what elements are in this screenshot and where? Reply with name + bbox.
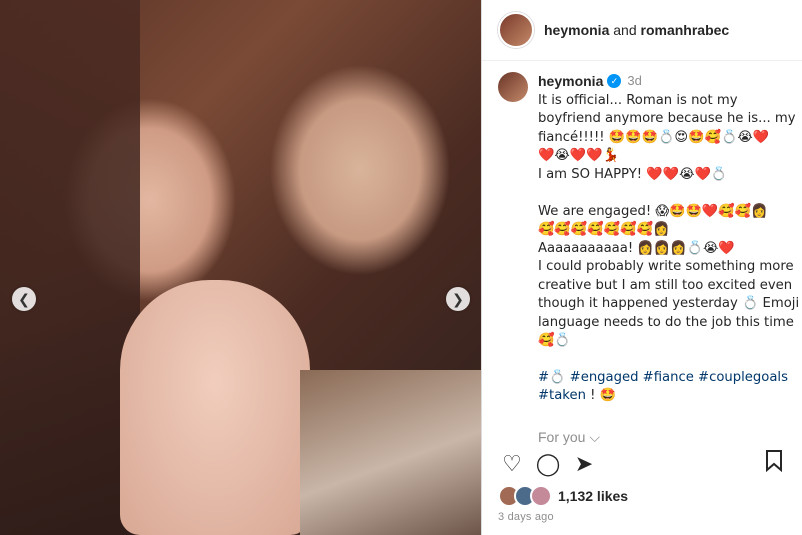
photo-region-hand bbox=[120, 280, 310, 535]
caption-header: heymonia ✓ 3d bbox=[538, 72, 788, 91]
post-header: heymonia and romanhrabec bbox=[482, 0, 802, 61]
post-timestamp[interactable]: 3 days ago bbox=[498, 511, 554, 523]
bookmark-icon bbox=[766, 450, 782, 473]
caption-line: 🥰🥰🥰🥰🥰🥰🥰👩 bbox=[538, 222, 670, 237]
caption-line: 🥰💍 bbox=[538, 333, 571, 348]
caption-body: heymonia ✓ 3d It is official... Roman is… bbox=[538, 72, 800, 445]
caption-line: language needs to do the job this time bbox=[538, 314, 794, 330]
heart-icon: ♡ bbox=[502, 451, 522, 476]
author-link-2[interactable]: romanhrabec bbox=[641, 22, 730, 38]
photo-region-hair bbox=[0, 0, 140, 535]
chevron-left-icon: ❮ bbox=[18, 290, 30, 307]
caption-username[interactable]: heymonia bbox=[538, 72, 603, 91]
comment-icon: ◯ bbox=[535, 451, 561, 476]
send-icon: ➤ bbox=[574, 451, 594, 476]
authors-joiner: and bbox=[613, 22, 637, 38]
caption-line: ❤️😭❤️❤️💃 bbox=[538, 148, 620, 163]
hashtag-suffix: ! 🤩 bbox=[590, 388, 617, 403]
share-button[interactable]: ➤ bbox=[570, 450, 598, 478]
likes-row: 1,132 likes bbox=[498, 485, 628, 507]
caption-line: I am SO HAPPY! ❤️❤️😭❤️💍 bbox=[538, 166, 728, 182]
avatar[interactable] bbox=[498, 12, 534, 48]
hashtag-link[interactable]: #taken bbox=[538, 388, 586, 403]
author-link-1[interactable]: heymonia bbox=[544, 22, 609, 38]
caption-line: boyfriend anymore because he is... my bbox=[538, 111, 796, 126]
comment-button[interactable]: ◯ bbox=[534, 450, 562, 478]
hashtags: #💍 #engaged #fiance #couplegoals bbox=[538, 369, 788, 388]
likes-count[interactable]: 1,132 likes bbox=[558, 488, 628, 504]
save-button[interactable] bbox=[760, 450, 788, 478]
avatar bbox=[530, 485, 552, 507]
caption-line: fiancé!!!!! 🤩🤩🤩💍😍🤩🥰💍😭❤️ bbox=[538, 129, 770, 145]
hashtags: #taken ! 🤩 bbox=[538, 387, 788, 406]
caption-line bbox=[538, 184, 788, 203]
caption-line: It is official... Roman is not my bbox=[538, 92, 738, 108]
chevron-right-icon: ❯ bbox=[452, 290, 464, 307]
liker-avatars bbox=[498, 485, 552, 507]
caption-line: creative but I am still too excited even bbox=[538, 277, 793, 293]
caption: heymonia ✓ 3d It is official... Roman is… bbox=[482, 62, 802, 445]
post-sidebar: heymonia and romanhrabec heymonia ✓ 3d I… bbox=[481, 0, 802, 535]
action-bar: ♡ ◯ ➤ bbox=[498, 450, 788, 480]
caption-line: though it happened yesterday 💍 Emoji bbox=[538, 296, 800, 311]
verified-badge-icon: ✓ bbox=[607, 74, 622, 89]
caption-avatar[interactable] bbox=[498, 72, 528, 102]
like-button[interactable]: ♡ bbox=[498, 450, 526, 478]
post-photo[interactable]: ❮ ❯ bbox=[0, 0, 481, 535]
for-you-link[interactable]: For you ⌵ bbox=[538, 428, 788, 447]
post-authors: heymonia and romanhrabec bbox=[544, 22, 729, 38]
hashtag-links[interactable]: #💍 #engaged #fiance #couplegoals bbox=[538, 370, 788, 385]
prev-photo-button[interactable]: ❮ bbox=[12, 287, 36, 311]
photo-region-shirt bbox=[300, 370, 481, 535]
caption-age[interactable]: 3d bbox=[627, 72, 641, 91]
next-photo-button[interactable]: ❯ bbox=[446, 287, 470, 311]
caption-line: I could probably write something more bbox=[538, 259, 794, 274]
caption-line: Aaaaaaaaaaa! 👩👩👩💍😭❤️ bbox=[538, 240, 735, 256]
instagram-post: ❮ ❯ heymonia and romanhrabec heymonia ✓ … bbox=[0, 0, 802, 535]
caption-line: We are engaged! 😱🤩🤩❤️🥰🥰👩 bbox=[538, 203, 768, 219]
